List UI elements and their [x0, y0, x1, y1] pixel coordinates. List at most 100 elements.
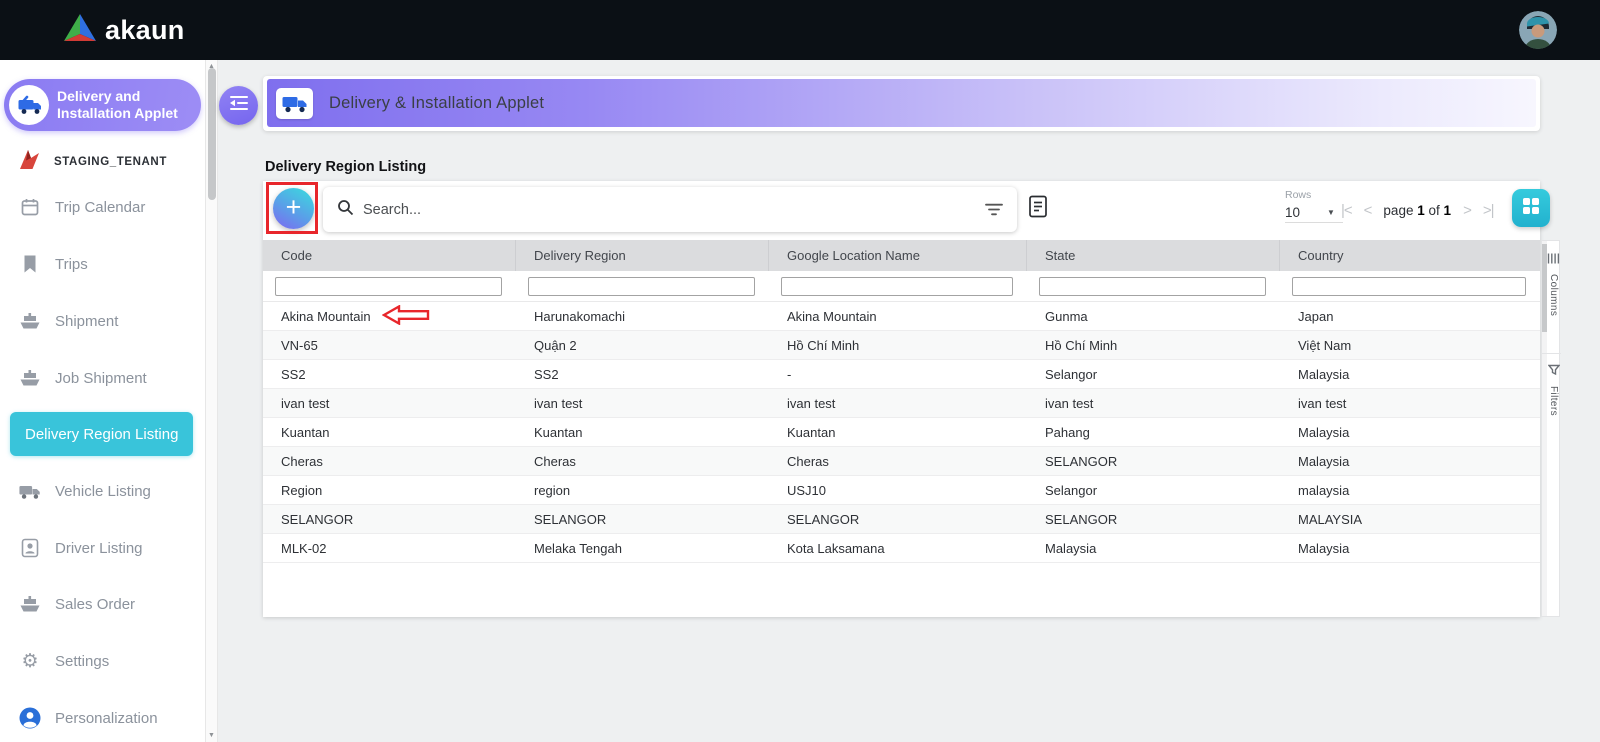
- sidebar-item-vehicle-listing[interactable]: Vehicle Listing: [19, 479, 151, 503]
- table-row[interactable]: ivan testivan testivan testivan testivan…: [263, 389, 1540, 418]
- table-cell: Selangor: [1027, 476, 1280, 504]
- column-filter-input-country[interactable]: [1292, 277, 1526, 296]
- filter-list-icon[interactable]: [985, 203, 1003, 216]
- sidebar-item-label: Trip Calendar: [55, 199, 145, 216]
- table-cell: MLK-02: [263, 534, 516, 562]
- sidebar-item-settings[interactable]: ⚙ Settings: [19, 649, 109, 673]
- sidebar-item-job-shipment[interactable]: Job Shipment: [19, 366, 147, 390]
- ship-icon: [19, 595, 41, 614]
- scrollbar-thumb[interactable]: [208, 68, 216, 200]
- rows-per-page-select[interactable]: 10 ▼: [1285, 205, 1343, 223]
- column-header-google-location-name[interactable]: Google Location Name: [769, 240, 1027, 271]
- pagination-prev-button[interactable]: <: [1364, 202, 1372, 219]
- table-cell: Việt Nam: [1280, 331, 1540, 359]
- table-body: Akina MountainHarunakomachiAkina Mountai…: [263, 302, 1540, 563]
- sidebar-item-label: Vehicle Listing: [55, 483, 151, 500]
- table-cell: VN-65: [263, 331, 516, 359]
- column-filter-input-delivery-region[interactable]: [528, 277, 755, 296]
- applet-header: Delivery & Installation Applet: [263, 76, 1540, 131]
- grid-icon: [1522, 197, 1540, 220]
- applet-badge[interactable]: Delivery and Installation Applet: [4, 79, 201, 131]
- columns-tab[interactable]: Columns: [1547, 251, 1560, 316]
- sidebar-item-driver-listing[interactable]: Driver Listing: [19, 536, 143, 560]
- rows-per-page: Rows 10 ▼: [1285, 189, 1343, 223]
- table-cell: Kuantan: [769, 418, 1027, 446]
- table-cell: SELANGOR: [769, 505, 1027, 533]
- sidebar-item-shipment[interactable]: Shipment: [19, 309, 118, 333]
- sidebar-item-label: Shipment: [55, 313, 118, 330]
- sidebar-item-personalization[interactable]: Personalization: [19, 706, 158, 730]
- apps-grid-button[interactable]: [1512, 189, 1550, 227]
- table-cell: Cheras: [769, 447, 1027, 475]
- column-filter-input-google-location-name[interactable]: [781, 277, 1013, 296]
- table-cell: Harunakomachi: [516, 302, 769, 330]
- column-header-country[interactable]: Country: [1280, 240, 1540, 271]
- menu-collapse-icon: [229, 95, 249, 116]
- chevron-down-icon: ▼: [1327, 208, 1335, 217]
- saved-list-icon[interactable]: [1027, 194, 1048, 219]
- ship-icon: [19, 312, 41, 331]
- table-row[interactable]: SS2SS2-SelangorMalaysia: [263, 360, 1540, 389]
- table-row[interactable]: RegionregionUSJ10Selangormalaysia: [263, 476, 1540, 505]
- table-cell: SS2: [263, 360, 516, 388]
- table-cell: Hồ Chí Minh: [1027, 331, 1280, 359]
- right-rail: Columns Filters: [1541, 240, 1560, 617]
- sidebar-item-label: Personalization: [55, 710, 158, 727]
- wrench-truck-icon: [9, 85, 49, 125]
- table-cell: ivan test: [1280, 389, 1540, 417]
- sidebar: Delivery and Installation Applet STAGING…: [0, 60, 205, 742]
- sidebar-item-label: Job Shipment: [55, 370, 147, 387]
- rows-value: 10: [1285, 205, 1300, 220]
- table-row[interactable]: CherasCherasCherasSELANGORMalaysia: [263, 447, 1540, 476]
- table-cell: Kota Laksamana: [769, 534, 1027, 562]
- sidebar-item-delivery-region-listing[interactable]: Delivery Region Listing: [10, 412, 193, 456]
- user-avatar[interactable]: [1519, 11, 1557, 49]
- page-current: 1: [1417, 203, 1425, 218]
- search-bar: [323, 187, 1017, 232]
- search-input[interactable]: [363, 202, 976, 218]
- table-cell: Pahang: [1027, 418, 1280, 446]
- listing-card: +: [263, 181, 1540, 617]
- tenant-selector[interactable]: STAGING_TENANT: [17, 148, 167, 176]
- table-row[interactable]: SELANGORSELANGORSELANGORSELANGORMALAYSIA: [263, 505, 1540, 534]
- column-filter-input-state[interactable]: [1039, 277, 1266, 296]
- filters-tab[interactable]: Filters: [1547, 363, 1560, 416]
- rail-divider: [1542, 353, 1561, 354]
- table-cell: ivan test: [263, 389, 516, 417]
- table-cell: SELANGOR: [1027, 447, 1280, 475]
- table-row[interactable]: KuantanKuantanKuantanPahangMalaysia: [263, 418, 1540, 447]
- applet-title: Delivery & Installation Applet: [329, 94, 544, 113]
- applet-badge-line2: Installation Applet: [57, 105, 178, 122]
- column-header-state[interactable]: State: [1027, 240, 1280, 271]
- sidebar-item-trip-calendar[interactable]: Trip Calendar: [19, 195, 145, 219]
- pagination-next-button[interactable]: >: [1463, 202, 1471, 219]
- column-header-code[interactable]: Code: [263, 240, 516, 271]
- sidebar-scrollbar[interactable]: ▲ ▼: [205, 60, 218, 742]
- table-row[interactable]: VN-65Quận 2Hồ Chí MinhHồ Chí MinhViệt Na…: [263, 331, 1540, 360]
- table-row[interactable]: MLK-02Melaka TengahKota LaksamanaMalaysi…: [263, 534, 1540, 563]
- pagination-last-button[interactable]: >|: [1483, 202, 1494, 219]
- table-cell: Kuantan: [263, 418, 516, 446]
- table-cell: Hồ Chí Minh: [769, 331, 1027, 359]
- scroll-down-icon[interactable]: ▼: [206, 732, 217, 739]
- akaun-logo-icon: [64, 14, 96, 46]
- table-cell: Akina Mountain: [769, 302, 1027, 330]
- sidebar-collapse-button[interactable]: [219, 86, 258, 125]
- table-cell: SELANGOR: [263, 505, 516, 533]
- person-circle-icon: [19, 707, 41, 729]
- table-cell: SELANGOR: [1027, 505, 1280, 533]
- table-cell: SS2: [516, 360, 769, 388]
- sidebar-item-label: Trips: [55, 256, 88, 273]
- table-row[interactable]: Akina MountainHarunakomachiAkina Mountai…: [263, 302, 1540, 331]
- funnel-icon: [1548, 363, 1560, 381]
- column-header-delivery-region[interactable]: Delivery Region: [516, 240, 769, 271]
- column-filter-input-code[interactable]: [275, 277, 502, 296]
- pagination-first-button[interactable]: |<: [1341, 202, 1352, 219]
- pagination: |< < page 1 of 1 > >|: [1341, 202, 1493, 219]
- sidebar-item-trips[interactable]: Trips: [19, 252, 88, 276]
- table-cell: Malaysia: [1280, 447, 1540, 475]
- table-cell: USJ10: [769, 476, 1027, 504]
- brand-name: akaun: [105, 15, 185, 46]
- sidebar-item-sales-order[interactable]: Sales Order: [19, 592, 135, 616]
- filters-tab-label: Filters: [1548, 386, 1559, 416]
